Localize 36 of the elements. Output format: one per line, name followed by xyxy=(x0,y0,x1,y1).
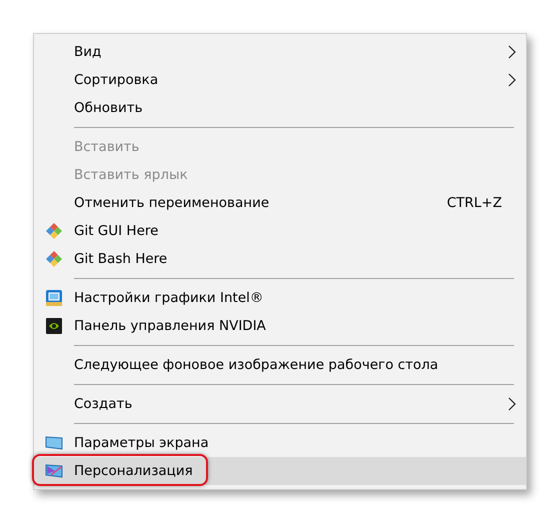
monitor-icon xyxy=(45,435,63,451)
nvidia-panel-icon xyxy=(45,317,63,335)
menu-item-label: Вставить xyxy=(74,139,140,155)
menu-item[interactable]: Параметры экрана xyxy=(34,429,526,457)
menu-item-label: Сортировка xyxy=(74,72,160,88)
menu-item[interactable]: Персонализация xyxy=(34,457,526,485)
menu-item-label: Создать xyxy=(74,396,134,412)
git-diamond-icon xyxy=(45,250,63,268)
chevron-right-icon xyxy=(508,45,516,59)
menu-item[interactable]: Отменить переименование CTRL+Z xyxy=(34,189,526,217)
menu-item-label: Обновить xyxy=(74,100,144,116)
menu-item-label: Параметры экрана xyxy=(74,435,210,451)
menu-item-label: Настройки графики Intel® xyxy=(74,290,264,306)
menu-item-label: Следующее фоновое изображение рабочего стола xyxy=(74,357,440,373)
menu-item[interactable]: Создать xyxy=(34,390,526,418)
menu-item-label: Персонализация xyxy=(74,463,194,479)
menu-item-label: Git Bash Here xyxy=(74,251,168,267)
menu-item-label: Панель управления NVIDIA xyxy=(74,318,267,334)
menu-item[interactable]: Вид xyxy=(34,38,526,66)
menu-item-label: Вид xyxy=(74,44,102,60)
graphics-settings-icon xyxy=(45,289,63,307)
chevron-right-icon xyxy=(508,73,516,87)
menu-item[interactable]: Обновить xyxy=(34,94,526,122)
menu-item[interactable]: Git GUI Here xyxy=(34,217,526,245)
chevron-right-icon xyxy=(508,397,516,411)
menu-item-label: Отменить переименование xyxy=(74,195,270,211)
personalization-icon xyxy=(45,463,63,479)
menu-item[interactable]: Следующее фоновое изображение рабочего стола xyxy=(34,351,526,379)
shortcut-text: CTRL+Z xyxy=(446,195,502,211)
menu-item[interactable]: Сортировка xyxy=(34,66,526,94)
menu-item[interactable]: Панель управления NVIDIA xyxy=(34,312,526,340)
git-diamond-icon xyxy=(45,222,63,240)
menu-item-label: Вставить ярлык xyxy=(74,167,189,183)
menu-item[interactable]: Git Bash Here xyxy=(34,245,526,273)
menu-item[interactable]: Настройки графики Intel® xyxy=(34,284,526,312)
menu-item-label: Git GUI Here xyxy=(74,223,160,239)
